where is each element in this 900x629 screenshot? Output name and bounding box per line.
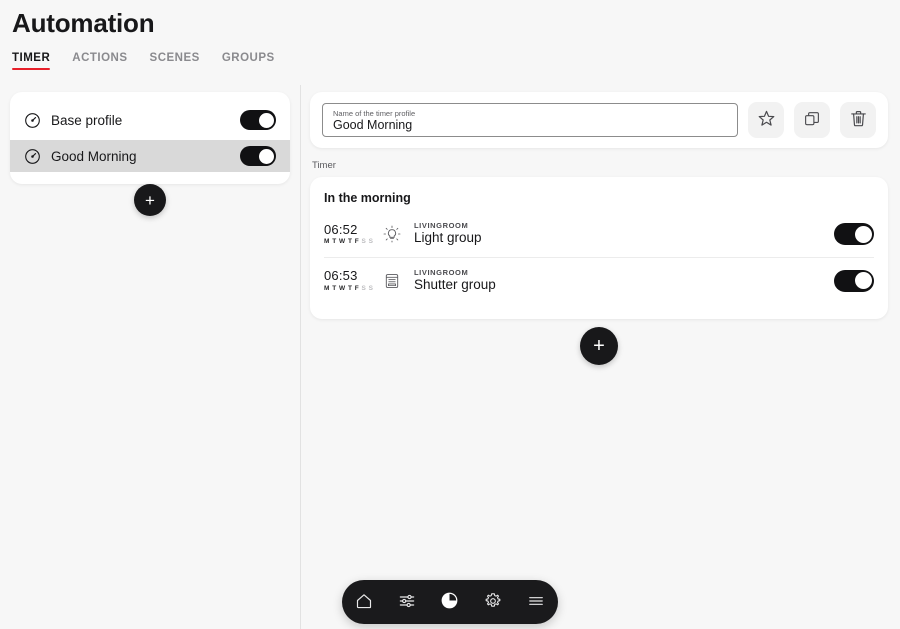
day-letter: T (347, 284, 353, 292)
day-letter: W (339, 238, 346, 246)
timer-detail-panel: Name of the timer profile Good Morning T… (310, 92, 888, 319)
profile-row-good-morning[interactable]: Good Morning (10, 140, 290, 172)
profile-card: Base profile Good Morning (10, 92, 290, 184)
timer-device-info: LIVINGROOM Light group (414, 221, 834, 247)
day-letter: T (347, 238, 353, 246)
device-name: Light group (414, 230, 482, 246)
delete-button[interactable] (840, 102, 876, 138)
tab-timer[interactable]: TIMER (12, 52, 51, 70)
timer-time: 06:52 (324, 221, 358, 237)
day-letter: S (361, 284, 367, 292)
tab-bar: TIMER ACTIONS SCENES GROUPS (12, 52, 275, 70)
day-letter: F (354, 284, 359, 292)
tab-actions[interactable]: ACTIONS (72, 52, 127, 70)
nav-home-button[interactable] (350, 588, 378, 616)
bottom-nav (342, 580, 558, 624)
timer-card: In the morning 06:52 M T W T F S S LIVIN… (310, 177, 888, 319)
day-letter: S (368, 238, 374, 246)
tab-groups[interactable]: GROUPS (222, 52, 275, 70)
clock-pie-icon (439, 590, 460, 614)
sliders-icon (397, 591, 417, 614)
profile-row-base-profile[interactable]: Base profile (10, 104, 290, 136)
profile-name-card: Name of the timer profile (310, 92, 888, 148)
star-icon (757, 109, 776, 131)
day-letter: F (354, 238, 359, 246)
section-label-timer: Timer (312, 160, 336, 171)
add-timer-container: + (310, 327, 888, 365)
day-letter: T (332, 238, 337, 246)
profile-list-panel: Base profile Good Morning (10, 92, 290, 184)
profile-toggle[interactable] (240, 146, 276, 166)
device-room: LIVINGROOM (414, 221, 469, 231)
add-profile-container: + (10, 184, 290, 216)
device-room: LIVINGROOM (414, 267, 469, 277)
timer-time: 06:53 (324, 268, 358, 284)
day-letter: S (361, 238, 367, 246)
shutter-icon (382, 271, 402, 291)
profile-name-field[interactable]: Name of the timer profile (322, 103, 738, 137)
timer-row[interactable]: 06:53 M T W T F S S LIVINGROOM Shutter g… (324, 257, 874, 303)
add-timer-button[interactable]: + (580, 327, 618, 365)
page-title: Automation (12, 8, 155, 38)
toggle-knob (854, 272, 872, 289)
panel-divider (300, 85, 301, 629)
duplicate-button[interactable] (794, 102, 830, 138)
timer-time-block: 06:52 M T W T F S S (324, 221, 382, 246)
tab-scenes[interactable]: SCENES (150, 52, 200, 70)
nav-settings-button[interactable] (479, 588, 507, 616)
timer-days: M T W T F S S (324, 285, 382, 292)
toggle-knob (854, 225, 872, 243)
toggle-knob (258, 112, 274, 128)
toggle-knob (258, 148, 274, 164)
timer-entry-toggle[interactable] (834, 269, 874, 292)
day-letter: W (339, 284, 346, 292)
profile-name-label: Name of the timer profile (333, 108, 416, 118)
day-letter: S (368, 284, 374, 292)
timer-days: M T W T F S S (324, 238, 382, 245)
day-letter: M (324, 284, 330, 292)
timer-group-title: In the morning (324, 191, 411, 205)
timer-device-info: LIVINGROOM Shutter group (414, 268, 834, 294)
timer-circle-icon (24, 148, 41, 165)
house-icon (354, 591, 374, 614)
nav-controls-button[interactable] (393, 588, 421, 616)
timer-row[interactable]: 06:52 M T W T F S S LIVINGROOM Light gro… (324, 211, 874, 257)
profile-name: Base profile (51, 112, 123, 128)
hamburger-icon (526, 591, 546, 614)
automation-page: Automation TIMER ACTIONS SCENES GROUPS B… (0, 0, 900, 629)
timer-circle-icon (24, 112, 41, 129)
add-profile-button[interactable]: + (134, 184, 166, 216)
day-letter: M (324, 238, 330, 246)
favorite-button[interactable] (748, 102, 784, 138)
device-name: Shutter group (414, 276, 496, 292)
profile-toggle[interactable] (240, 110, 276, 130)
day-letter: T (332, 284, 337, 292)
copy-icon (803, 110, 821, 131)
timer-time-block: 06:53 M T W T F S S (324, 268, 382, 292)
nav-timer-button[interactable] (436, 588, 464, 616)
light-bulb-icon (382, 224, 402, 244)
gear-icon (483, 591, 503, 614)
profile-name: Good Morning (51, 148, 137, 164)
nav-menu-button[interactable] (522, 588, 550, 616)
profile-name-input[interactable] (333, 117, 727, 134)
trash-icon (849, 109, 868, 131)
timer-entry-toggle[interactable] (834, 223, 874, 245)
